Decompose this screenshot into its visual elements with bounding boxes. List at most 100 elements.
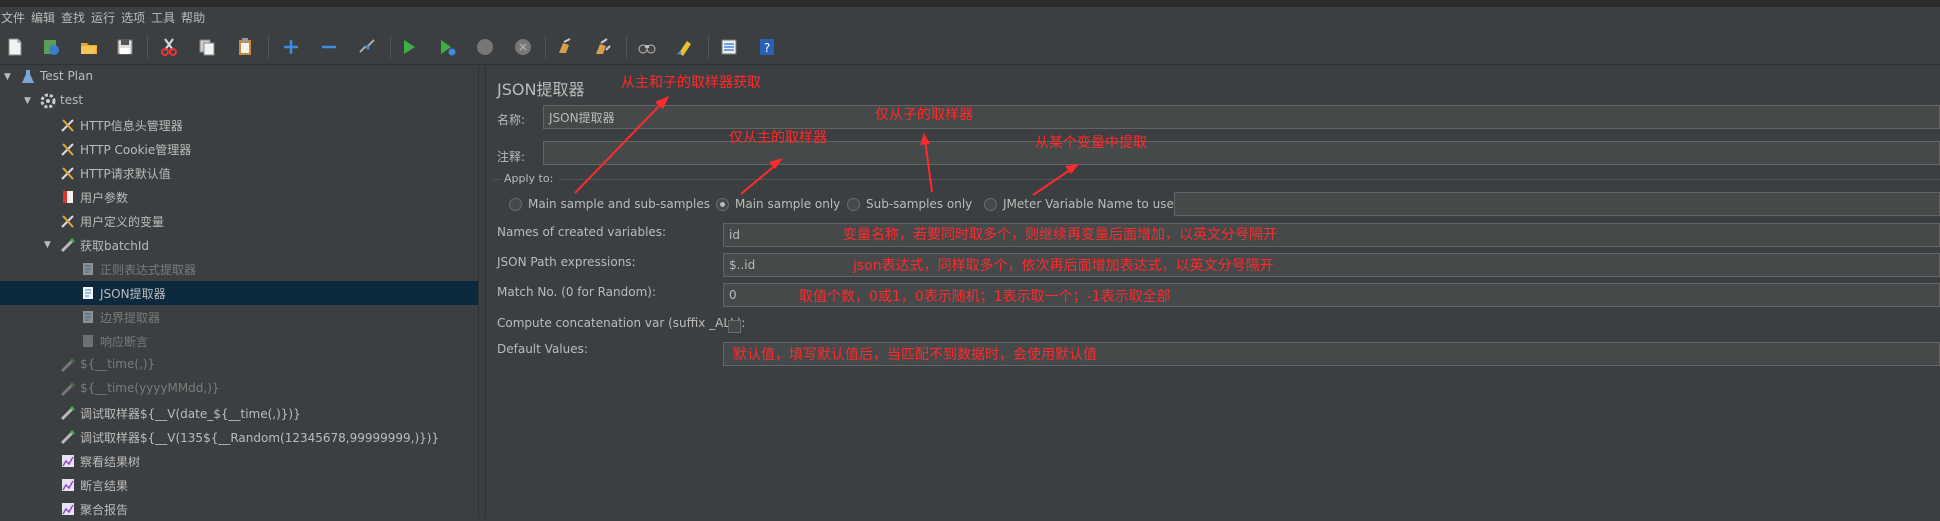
svg-text:?: ? [764, 41, 770, 55]
tree-node[interactable]: ▼ Test Plan [0, 65, 478, 89]
radio-main-and-sub-label[interactable]: Main sample and sub-samples [528, 197, 710, 211]
tree-node[interactable]: 聚合报告 [0, 497, 478, 521]
postprocessor-icon [80, 261, 96, 277]
postprocessor-icon [80, 309, 96, 325]
toolbar: ? [0, 28, 1940, 65]
sampler-icon [60, 237, 76, 253]
tree-node[interactable]: ${__time(,)} [0, 353, 478, 377]
tree-node[interactable]: ▼ test [0, 89, 478, 113]
cut-icon[interactable] [158, 36, 180, 58]
sampler-icon [60, 357, 76, 373]
copy-icon[interactable] [196, 36, 218, 58]
tree-node[interactable]: JSON提取器 [0, 281, 478, 305]
postprocessor-icon [80, 285, 96, 301]
tree-node[interactable]: ▼ 获取batchId [0, 233, 478, 257]
clear-all-icon[interactable] [592, 36, 614, 58]
apply-to-label: Apply to: [504, 172, 554, 185]
tree-node[interactable]: HTTP请求默认值 [0, 161, 478, 185]
radio-main-only[interactable] [716, 198, 729, 211]
json-extractor-panel: JSON提取器 名称: JSON提取器 注释: Apply to: Main s… [487, 65, 1940, 519]
radio-sub-only[interactable] [847, 198, 860, 211]
tree-expand-toggle-icon[interactable]: ▼ [24, 96, 34, 106]
radio-jmeter-variable-label[interactable]: JMeter Variable Name to use [1003, 197, 1174, 211]
tree-node[interactable]: 察看结果树 [0, 449, 478, 473]
tree-node-label: HTTP信息头管理器 [80, 119, 183, 133]
function-helper-icon[interactable] [718, 36, 740, 58]
tree-node-label: 断言结果 [80, 479, 129, 493]
radio-sub-only-label[interactable]: Sub-samples only [866, 197, 972, 211]
templates-icon[interactable] [40, 36, 62, 58]
tree-node[interactable]: ${__time(yyyyMMdd,)} [0, 377, 478, 401]
menu-tools[interactable]: 工具 [150, 9, 180, 26]
concat-checkbox[interactable] [728, 320, 741, 333]
tree-node-label: test [60, 93, 84, 107]
listener-icon [60, 501, 76, 517]
split-pane-divider[interactable] [478, 65, 486, 519]
tree-node-label: 聚合报告 [80, 503, 129, 517]
reset-search-icon[interactable] [674, 36, 696, 58]
tree-node-label: ${__time(yyyyMMdd,)} [80, 381, 220, 395]
radio-jmeter-variable[interactable] [984, 198, 997, 211]
tree-node[interactable]: HTTP信息头管理器 [0, 113, 478, 137]
tree-expand-toggle-icon[interactable]: ▼ [44, 240, 54, 250]
tree-node[interactable]: 用户参数 [0, 185, 478, 209]
clear-icon[interactable] [554, 36, 576, 58]
shutdown-icon[interactable] [512, 36, 534, 58]
config-icon [60, 117, 76, 133]
menu-options[interactable]: 选项 [120, 9, 150, 26]
menu-edit[interactable]: 编辑 [30, 9, 60, 26]
tree-node-label: JSON提取器 [100, 287, 166, 301]
menu-run[interactable]: 运行 [90, 9, 120, 26]
menu-search[interactable]: 查找 [60, 9, 90, 26]
radio-main-only-label[interactable]: Main sample only [735, 197, 840, 211]
stop-icon[interactable] [474, 36, 496, 58]
annotation-match-no: 取值个数，0或1，0表示随机；1表示取一个；-1表示取全部 [799, 289, 1171, 305]
comment-label: 注释: [497, 150, 526, 164]
preprocessor-icon [60, 189, 76, 205]
start-no-pause-icon[interactable] [436, 36, 458, 58]
window-title-bar [0, 0, 1940, 7]
start-icon[interactable] [398, 36, 420, 58]
menu-file[interactable]: 文件 [0, 9, 30, 26]
listener-icon [60, 477, 76, 493]
tree-node-label: 获取batchId [80, 239, 150, 253]
menu-help[interactable]: 帮助 [180, 9, 210, 26]
tree-node[interactable]: 调试取样器${__V(135${__Random(12345678,999999… [0, 425, 478, 449]
name-field[interactable]: JSON提取器 [543, 105, 1940, 129]
help-icon[interactable]: ? [756, 36, 778, 58]
tree-node[interactable]: 用户定义的变量 [0, 209, 478, 233]
menu-bar: 文件 编辑 查找 运行 选项 工具 帮助 [0, 7, 1940, 27]
match-no-label: Match No. (0 for Random): [497, 285, 657, 299]
tree-node[interactable]: 边界提取器 [0, 305, 478, 329]
paste-icon[interactable] [234, 36, 256, 58]
tree-node[interactable]: 响应断言 [0, 329, 478, 353]
radio-main-and-sub[interactable] [509, 198, 522, 211]
name-label: 名称: [497, 113, 526, 127]
tree-expand-toggle-icon[interactable]: ▼ [4, 72, 14, 82]
tree-node-label: 调试取样器${__V(date_${__time(,)})} [80, 407, 301, 421]
save-icon[interactable] [114, 36, 136, 58]
tree-node[interactable]: 调试取样器${__V(date_${__time(,)})} [0, 401, 478, 425]
tree-node-label: 边界提取器 [100, 311, 161, 325]
tree-node-label: 调试取样器${__V(135${__Random(12345678,999999… [80, 431, 440, 445]
tree-node[interactable]: 断言结果 [0, 473, 478, 497]
annotation-main-only: 仅从主的取样器 [729, 130, 827, 146]
toggle-icon[interactable] [356, 36, 378, 58]
concat-label: Compute concatenation var (suffix _ALL): [497, 316, 746, 330]
panel-title: JSON提取器 [497, 80, 585, 99]
tree-node[interactable]: HTTP Cookie管理器 [0, 137, 478, 161]
test-plan-tree: ▼ Test Plan ▼ test HTTP信息头管理器 HTTP Cookie管理器 H… [0, 65, 478, 519]
collapse-icon[interactable] [318, 36, 340, 58]
listener-icon [60, 453, 76, 469]
expand-icon[interactable] [280, 36, 302, 58]
open-icon[interactable] [78, 36, 100, 58]
tree-node-label: 用户定义的变量 [80, 215, 165, 229]
tree-node-label: HTTP Cookie管理器 [80, 143, 192, 157]
search-icon[interactable] [636, 36, 658, 58]
sampler-icon [60, 429, 76, 445]
jmeter-variable-field[interactable] [1174, 192, 1940, 216]
config-icon [60, 213, 76, 229]
new-icon[interactable] [4, 36, 26, 58]
json-path-label: JSON Path expressions: [497, 255, 636, 269]
tree-node[interactable]: 正则表达式提取器 [0, 257, 478, 281]
